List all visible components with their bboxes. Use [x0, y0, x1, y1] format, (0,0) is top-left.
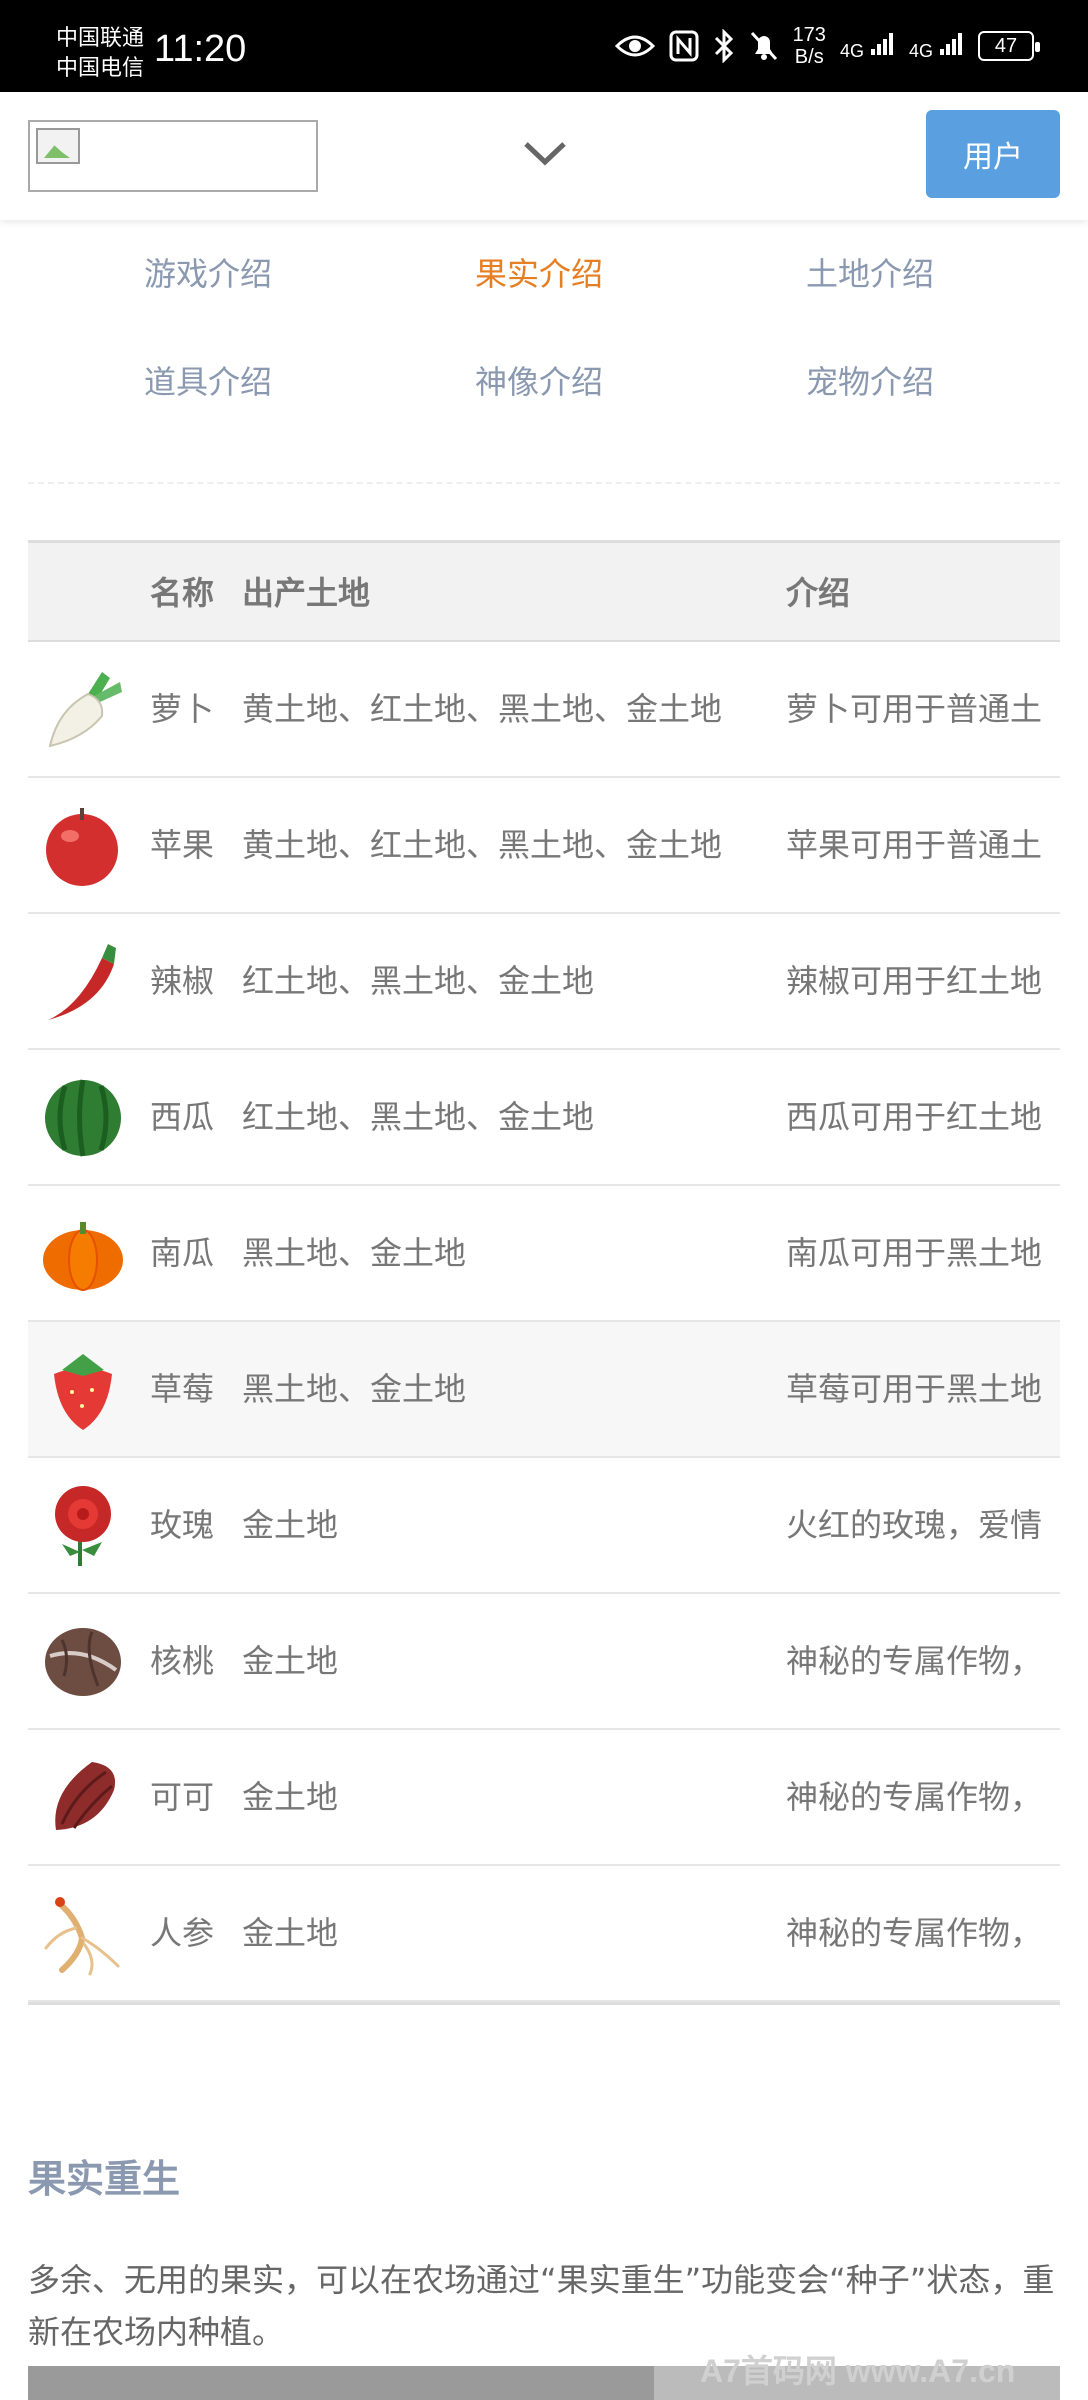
table-row: 草莓 黑土地、金土地 草莓可用于黑土地	[28, 1322, 1060, 1458]
carrier-1: 中国联通	[56, 26, 145, 51]
user-button[interactable]: 用户	[926, 110, 1060, 198]
fruit-name: 辣椒	[150, 962, 215, 1000]
fruit-land: 金土地	[242, 1506, 339, 1544]
nav-item-intro[interactable]: 道具介绍	[43, 354, 373, 410]
table-row: 南瓜 黑土地、金土地 南瓜可用于黑土地	[28, 1186, 1060, 1322]
site-logo[interactable]	[28, 120, 318, 192]
signal-2: 4G	[909, 31, 964, 62]
fruit-desc: 火红的玫瑰，爱情	[786, 1506, 1043, 1544]
walnut-icon	[45, 1628, 121, 1696]
table-bottom-border	[28, 2002, 1060, 2005]
pumpkin-icon	[43, 1222, 123, 1291]
signal-1: 4G	[840, 31, 895, 62]
fruit-land: 金土地	[242, 1914, 339, 1952]
signal-bars-icon	[870, 32, 893, 55]
nav-land-intro[interactable]: 土地介绍	[705, 246, 1035, 302]
fruit-desc: 神秘的专属作物，	[786, 1778, 1043, 1816]
signal-bars-icon	[940, 32, 962, 55]
net-speed: 173 B/s	[792, 24, 826, 68]
table-header: 名称 出产土地 介绍	[28, 540, 1060, 642]
table-row: 苹果 黄土地、红土地、黑土地、金土地 苹果可用于普通土	[28, 778, 1060, 914]
fruit-land: 金土地	[242, 1642, 339, 1680]
fruit-land: 金土地	[242, 1778, 339, 1816]
fruit-desc: 西瓜可用于红土地	[786, 1098, 1043, 1136]
table-row: 玫瑰 金土地 火红的玫瑰，爱情	[28, 1458, 1060, 1594]
fruit-name: 玫瑰	[150, 1506, 215, 1544]
nav-pet-intro[interactable]: 宠物介绍	[705, 354, 1035, 410]
nfc-icon	[669, 30, 699, 62]
fruit-land: 红土地、黑土地、金土地	[242, 962, 595, 1000]
watermark: A7首码网 www.A7.cn	[700, 2353, 1016, 2389]
nav-game-intro[interactable]: 游戏介绍	[43, 246, 373, 302]
table-row: 核桃 金土地 神秘的专属作物，	[28, 1594, 1060, 1730]
section-text: 多余、无用的果实，可以在农场通过“果实重生”功能变会“种子”状态，重新在农场内种…	[28, 2261, 1055, 2351]
mute-bell-icon	[749, 30, 779, 62]
eye-icon	[614, 32, 655, 60]
cocoa-icon	[55, 1762, 116, 1830]
table-row: 西瓜 红土地、黑土地、金土地 西瓜可用于红土地	[28, 1050, 1060, 1186]
fruit-land: 黑土地、金土地	[242, 1370, 467, 1408]
fruit-land: 黄土地、红土地、黑土地、金土地	[242, 826, 723, 864]
fruit-name: 草莓	[150, 1370, 215, 1408]
watermelon-icon	[45, 1079, 121, 1157]
fruit-name: 西瓜	[150, 1098, 215, 1136]
clock: 11:20	[154, 28, 247, 70]
fruit-name: 核桃	[150, 1642, 215, 1680]
radish-icon	[48, 672, 122, 748]
fruit-land: 黄土地、红土地、黑土地、金土地	[242, 690, 723, 728]
site-header: 用户	[0, 92, 1088, 220]
rose-icon	[55, 1486, 111, 1566]
fruit-desc: 辣椒可用于红土地	[786, 962, 1043, 1000]
section-title: 果实重生	[28, 2157, 181, 2201]
strawberry-icon	[54, 1354, 112, 1430]
status-icons: 173 B/s 4G 4G 47	[614, 24, 1040, 68]
bluetooth-icon	[713, 29, 735, 63]
chili-icon	[48, 944, 116, 1020]
chevron-down-icon[interactable]	[520, 128, 570, 178]
fruit-land: 红土地、黑土地、金土地	[242, 1098, 595, 1136]
fruit-desc: 苹果可用于普通土	[786, 826, 1043, 864]
fruit-name: 可可	[150, 1778, 215, 1816]
table-row: 人参 金土地 神秘的专属作物，	[28, 1866, 1060, 2002]
fruit-desc: 南瓜可用于黑土地	[786, 1234, 1043, 1272]
fruit-desc: 神秘的专属作物，	[786, 1914, 1043, 1952]
ginseng-icon	[44, 1897, 120, 1976]
fruit-name: 人参	[150, 1914, 215, 1952]
fruit-desc: 草莓可用于黑土地	[786, 1370, 1043, 1408]
table-row: 辣椒 红土地、黑土地、金土地 辣椒可用于红土地	[28, 914, 1060, 1050]
carrier-info: 中国联通 中国电信	[56, 24, 144, 84]
fruit-desc: 萝卜可用于普通土	[786, 690, 1043, 728]
nav-fruit-intro[interactable]: 果实介绍	[374, 246, 704, 302]
fruit-name: 萝卜	[150, 690, 215, 728]
apple-icon	[46, 808, 118, 886]
nav-statue-intro[interactable]: 神像介绍	[374, 354, 704, 410]
header-name: 名称	[150, 574, 215, 612]
category-nav: 游戏介绍 果实介绍 土地介绍 道具介绍 神像介绍 宠物介绍	[28, 230, 1060, 484]
battery-icon: 47	[978, 31, 1040, 61]
scrollbar-thumb[interactable]	[28, 2366, 654, 2400]
carrier-2: 中国电信	[56, 56, 145, 81]
fruit-desc: 神秘的专属作物，	[786, 1642, 1043, 1680]
fruit-name: 苹果	[150, 826, 215, 864]
header-land: 出产土地	[242, 574, 371, 612]
fruit-name: 南瓜	[150, 1234, 215, 1272]
header-desc: 介绍	[786, 574, 851, 612]
table-row: 可可 金土地 神秘的专属作物，	[28, 1730, 1060, 1866]
broken-image-icon	[36, 128, 80, 164]
table-row: 萝卜 黄土地、红土地、黑土地、金土地 萝卜可用于普通土	[28, 642, 1060, 778]
status-bar: 中国联通 中国电信 11:20 173 B/s 4G 4G 47	[0, 0, 1088, 92]
fruit-table: 名称 出产土地 介绍 萝卜 黄土地、红土地、黑土地、金土地 萝卜可用于普通土 苹…	[28, 540, 1060, 2005]
fruit-land: 黑土地、金土地	[242, 1234, 467, 1272]
